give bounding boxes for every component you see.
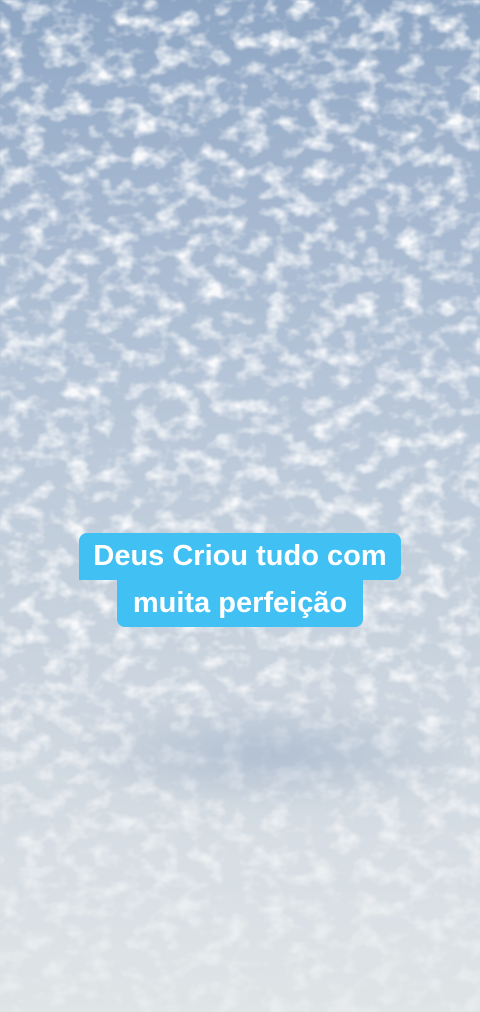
caption-overlay: Deus Criou tudo com muita perfeição — [0, 533, 480, 627]
altocumulus-clouds — [0, 0, 480, 1012]
caption-line-2: muita perfeição — [116, 580, 364, 627]
sky-photo: Deus Criou tudo com muita perfeição — [0, 0, 480, 1012]
cloud-shadow-band — [60, 700, 480, 810]
caption-line-1: Deus Criou tudo com — [79, 533, 401, 580]
